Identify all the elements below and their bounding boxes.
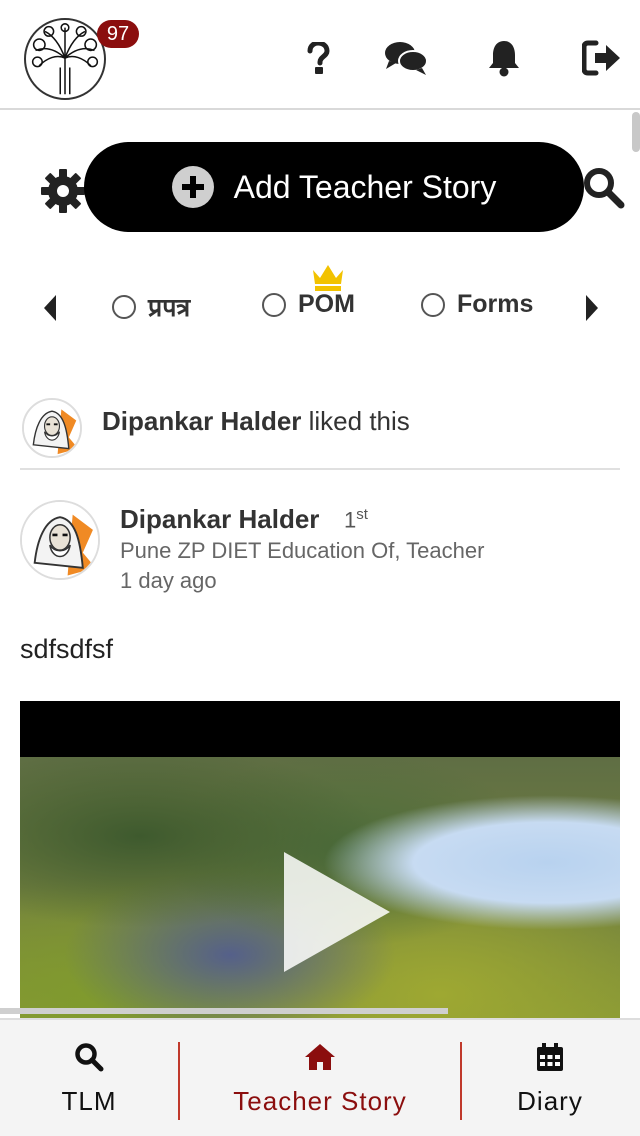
home-icon [305,1043,335,1070]
nav-divider [178,1042,180,1120]
bottom-navigation: TLM Teacher Story Diary [0,1018,640,1136]
avatar[interactable] [22,398,82,458]
add-teacher-story-label: Add Teacher Story [233,168,497,205]
post-author-name[interactable]: Dipankar Halder [120,504,319,535]
plus-circle-icon [171,166,214,208]
post-author-avatar[interactable] [20,500,100,580]
scrollbar-thumb[interactable] [632,112,640,152]
filter-option-prapatra[interactable]: प्रपत्र [112,290,190,324]
post-body-text: sdfsdfsf [20,634,114,664]
notification-count-badge: 97 [97,20,139,48]
logout-icon[interactable] [580,38,624,78]
play-icon[interactable] [284,852,390,972]
filter-option-label: प्रपत्र [148,294,191,322]
filter-option-pom[interactable]: POM [262,290,355,319]
radio-button[interactable] [421,292,445,317]
video-progress-bar[interactable] [0,1008,448,1014]
post-author-role: Pune ZP DIET Education Of, Teacher [120,538,485,563]
divider [20,468,620,470]
nav-label: TLM [61,1085,117,1116]
nav-label: Teacher Story [233,1085,407,1116]
bell-icon[interactable] [482,38,526,78]
calendar-icon [537,1042,563,1071]
activity-text: Dipankar Halder liked this [102,406,410,437]
filter-prev-arrow-icon[interactable] [42,294,58,322]
filter-next-arrow-icon[interactable] [584,294,600,322]
nav-divider [460,1042,462,1120]
radio-button[interactable] [262,292,286,317]
nav-teacher-story[interactable]: Teacher Story [200,1020,440,1136]
nav-diary[interactable]: Diary [490,1020,610,1136]
filter-option-label: Forms [457,290,534,318]
radio-button[interactable] [112,295,136,319]
chat-icon[interactable] [384,38,428,78]
post-timestamp: 1 day ago [120,568,217,593]
add-teacher-story-button[interactable]: Add Teacher Story [84,142,584,232]
nav-tlm[interactable]: TLM [30,1020,148,1136]
connection-degree: 1st [344,506,368,533]
activity-action: liked this [301,406,410,436]
nav-label: Diary [517,1085,583,1116]
app-header: 97 [0,0,640,110]
question-icon[interactable] [296,38,340,78]
search-icon[interactable] [582,166,626,210]
crown-icon [310,262,346,292]
search-icon [75,1042,104,1071]
settings-gear-icon[interactable] [40,168,86,214]
logo-tree-icon[interactable] [24,18,106,100]
filter-option-label: POM [298,290,355,318]
filter-option-forms[interactable]: Forms [421,290,533,319]
activity-user-name[interactable]: Dipankar Halder [102,406,301,436]
